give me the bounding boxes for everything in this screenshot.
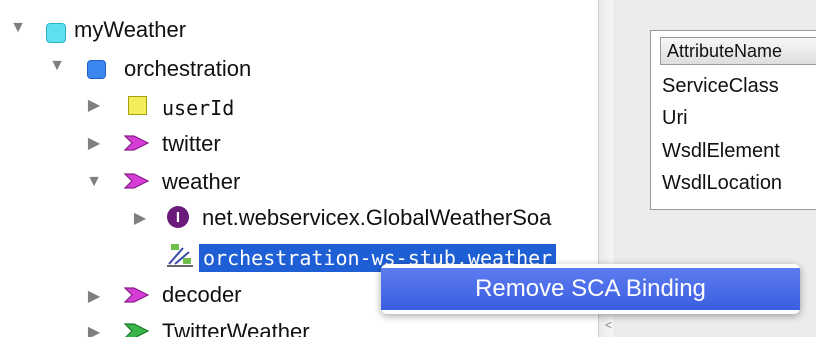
tree-item-myweather[interactable]: myWeather: [74, 17, 186, 43]
column-header-attributename[interactable]: AttributeName: [660, 37, 816, 65]
expanded-triangle-icon[interactable]: ▼: [49, 57, 65, 75]
reference-node-icon: [124, 287, 150, 303]
green-reference-node-icon: [124, 323, 150, 337]
composite-node-icon: [46, 23, 66, 43]
properties-row[interactable]: ServiceClass: [662, 75, 779, 98]
properties-row[interactable]: Uri: [662, 107, 688, 130]
property-node-icon: [128, 96, 147, 115]
expanded-triangle-icon[interactable]: ▼: [86, 173, 102, 191]
collapsed-triangle-icon[interactable]: ▶: [86, 322, 102, 337]
tree-item-orchestration[interactable]: orchestration: [124, 56, 251, 82]
binding-icon: [167, 244, 193, 267]
collapsed-triangle-icon[interactable]: ▶: [86, 286, 102, 306]
splitter-arrow-icon[interactable]: <: [605, 318, 612, 332]
reference-node-icon: [124, 135, 150, 151]
properties-row[interactable]: WsdlLocation: [662, 172, 782, 195]
collapsed-triangle-icon[interactable]: ▶: [86, 95, 102, 115]
tree-item-weather[interactable]: weather: [162, 169, 240, 195]
collapsed-triangle-icon[interactable]: ▶: [86, 133, 102, 153]
tree-item-interface[interactable]: net.webservicex.GlobalWeatherSoa: [202, 205, 551, 231]
interface-badge: I: [176, 209, 180, 226]
reference-node-icon: [124, 173, 150, 189]
properties-row[interactable]: WsdlElement: [662, 140, 780, 163]
tree-item-decoder[interactable]: decoder: [162, 282, 242, 308]
collapsed-triangle-icon[interactable]: ▶: [132, 208, 148, 228]
tree-item-twitter[interactable]: twitter: [162, 131, 221, 157]
interface-icon: I: [167, 206, 189, 228]
tree-item-userid[interactable]: userId: [162, 96, 234, 120]
component-node-icon: [87, 60, 106, 79]
expanded-triangle-icon[interactable]: ▼: [10, 19, 26, 37]
remove-sca-binding-menu-item[interactable]: Remove SCA Binding: [381, 268, 800, 310]
tree-item-twitterweather[interactable]: TwitterWeather: [162, 319, 310, 337]
